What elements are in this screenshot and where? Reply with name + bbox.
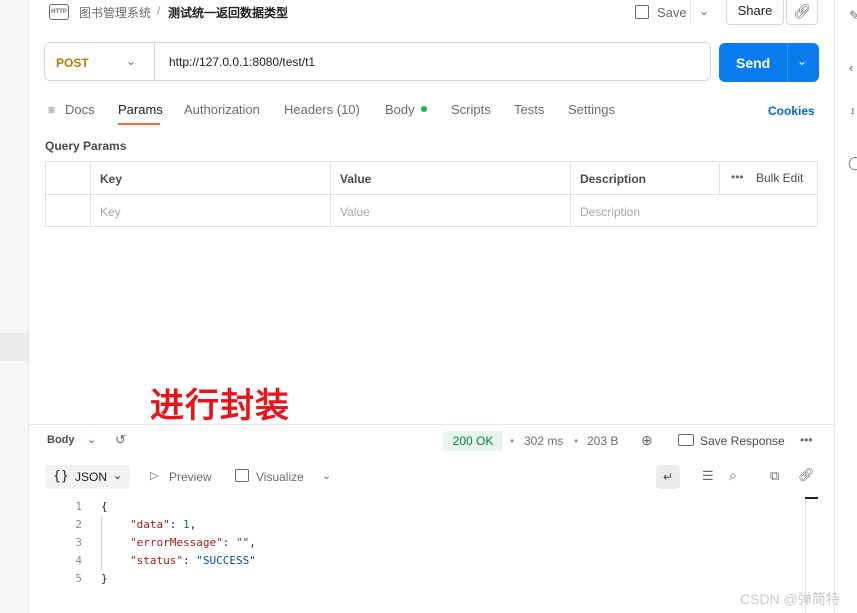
chevron-down-icon[interactable]: ⌄ — [87, 433, 96, 446]
tab-scripts[interactable]: Scripts — [451, 102, 491, 117]
description-input[interactable]: Description — [580, 205, 640, 219]
tab-settings[interactable]: Settings — [568, 102, 615, 117]
save-response-icon — [678, 434, 694, 446]
copy-icon[interactable]: ⧉ — [770, 468, 779, 484]
share-button[interactable]: Share — [726, 0, 784, 25]
save-icon — [635, 5, 649, 19]
value-input[interactable]: Value — [340, 205, 370, 219]
left-sidebar-active-item[interactable] — [0, 333, 28, 361]
response-time: 302 ms — [524, 434, 564, 448]
separator-dot: • — [574, 434, 579, 448]
params-table-col-divider — [570, 161, 571, 227]
preview-button[interactable]: Preview — [169, 470, 212, 484]
status-badge: 200 OK — [443, 431, 503, 451]
column-header-value: Value — [340, 172, 372, 186]
visualize-button[interactable]: Visualize — [256, 470, 304, 484]
send-button-label: Send — [736, 55, 771, 71]
json-key: "errorMessage" — [130, 536, 223, 549]
response-body-label[interactable]: Body — [47, 434, 75, 446]
params-table-row-divider — [45, 194, 818, 195]
breadcrumb-collection[interactable]: 图书管理系统 — [79, 4, 151, 21]
chevron-down-icon[interactable]: ⌄ — [113, 469, 122, 482]
separator-dot: • — [510, 434, 515, 448]
tab-headers[interactable]: Headers (10) — [284, 102, 360, 117]
column-header-key: Key — [100, 172, 123, 186]
filter-icon[interactable]: ☰ — [702, 468, 714, 484]
json-comma: , — [249, 536, 256, 549]
left-sidebar-rail — [0, 0, 29, 613]
code-line: "errorMessage": "", — [130, 536, 256, 549]
tab-body[interactable]: Body — [385, 102, 415, 117]
chevron-left-icon[interactable]: ‹ — [849, 60, 853, 75]
json-value: 1 — [183, 518, 190, 531]
json-value: "" — [235, 536, 250, 549]
play-icon: ▷ — [150, 470, 159, 482]
watermark: CSDN @弹简特 — [740, 591, 840, 607]
save-response-button[interactable]: Save Response — [700, 434, 785, 448]
line-number: 5 — [75, 572, 82, 585]
line-number: 3 — [75, 536, 82, 549]
json-colon: : — [169, 518, 183, 531]
key-input[interactable]: Key — [100, 205, 121, 219]
cookies-link[interactable]: Cookies — [768, 104, 815, 118]
params-table-col-divider — [719, 161, 720, 194]
code-scrollbar-thumb[interactable] — [805, 497, 818, 499]
bulk-edit-button[interactable]: Bulk Edit — [756, 171, 803, 185]
column-header-description: Description — [580, 172, 647, 186]
link-icon[interactable]: 🔗︎ — [798, 467, 815, 483]
tab-authorization[interactable]: Authorization — [184, 102, 260, 117]
line-number: 4 — [75, 554, 82, 567]
send-button-divider — [787, 43, 788, 82]
request-title[interactable]: 测试统一返回数据类型 — [168, 4, 288, 21]
code-line: { — [101, 500, 108, 513]
json-colon: : — [222, 536, 236, 549]
response-divider — [29, 424, 834, 425]
more-options-icon[interactable]: ••• — [800, 433, 813, 447]
wrap-lines-icon[interactable]: ↵ — [656, 465, 680, 489]
method-label: POST — [56, 56, 89, 70]
docs-icon: ≡ — [48, 103, 56, 117]
json-key: "data" — [130, 518, 170, 531]
more-options-icon[interactable]: ••• — [731, 170, 744, 184]
edit-icon[interactable]: ✎ — [849, 8, 857, 24]
json-key: "status" — [130, 554, 183, 567]
active-tab-indicator — [118, 123, 160, 125]
image-icon — [235, 469, 249, 482]
tab-params[interactable]: Params — [118, 102, 163, 117]
save-button-label: Save — [657, 4, 687, 20]
tab-docs[interactable]: Docs — [65, 102, 95, 117]
info-icon[interactable]: ɪ — [851, 106, 855, 117]
history-icon[interactable]: ↺ — [115, 432, 126, 448]
format-label: JSON — [75, 470, 108, 484]
json-braces-icon: {} — [53, 469, 69, 484]
copy-link-icon[interactable]: 🔗︎ — [786, 0, 818, 25]
chevron-down-icon[interactable]: ⌄ — [126, 54, 136, 68]
code-line: } — [101, 572, 108, 585]
tab-tests[interactable]: Tests — [514, 102, 544, 117]
json-comma: , — [189, 518, 197, 531]
breadcrumb-separator: / — [157, 4, 161, 18]
line-number: 1 — [75, 500, 82, 513]
code-line: "status": "SUCCESS" — [130, 554, 256, 567]
response-size: 203 B — [587, 434, 619, 448]
query-params-title: Query Params — [45, 139, 127, 153]
comment-icon[interactable]: ◯ — [848, 155, 857, 171]
body-status-dot — [421, 106, 427, 112]
http-request-icon: HTTP — [49, 4, 69, 20]
send-options-chevron-icon[interactable]: ⌄ — [797, 54, 807, 68]
params-table-col-divider — [330, 161, 331, 227]
params-table-col-divider — [90, 161, 91, 227]
line-number: 2 — [75, 518, 82, 531]
indent-guide — [101, 516, 102, 570]
globe-icon[interactable]: ⊕ — [641, 432, 653, 449]
url-input[interactable]: http://127.0.0.1:8080/test/t1 — [169, 55, 315, 69]
right-sidebar-rail — [834, 0, 857, 613]
annotation-text: 进行封装 — [150, 387, 290, 425]
code-line: "data": 1, — [130, 518, 196, 531]
chevron-down-icon[interactable]: ⌄ — [322, 469, 331, 482]
save-options-chevron-icon[interactable]: ⌄ — [690, 0, 717, 24]
search-icon[interactable]: ⌕ — [729, 467, 737, 484]
json-colon: : — [182, 554, 197, 567]
json-value: "SUCCESS" — [196, 554, 256, 567]
